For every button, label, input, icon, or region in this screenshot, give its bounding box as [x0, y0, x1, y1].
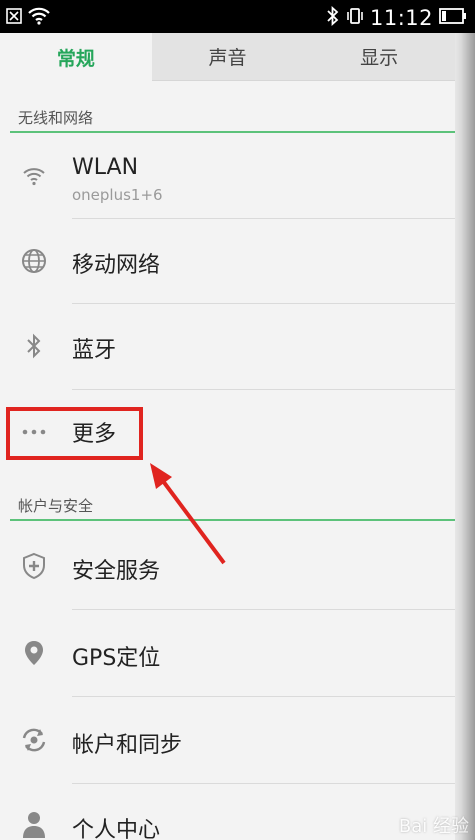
vibrate-icon	[346, 6, 364, 30]
settings-screen: 常规 声音 显示 无线和网络 WLAN oneplus1+6 移动网络 蓝牙 更…	[0, 33, 455, 840]
status-time: 11:12	[369, 6, 433, 30]
background-strip	[455, 33, 475, 840]
status-bar: 11:12	[0, 0, 475, 33]
annotation-arrow-icon	[150, 463, 226, 565]
watermark: Bai 经验	[398, 816, 469, 837]
close-box-icon	[6, 8, 22, 28]
bluetooth-icon	[326, 5, 340, 30]
wifi-icon	[28, 7, 50, 29]
battery-icon	[439, 7, 467, 29]
